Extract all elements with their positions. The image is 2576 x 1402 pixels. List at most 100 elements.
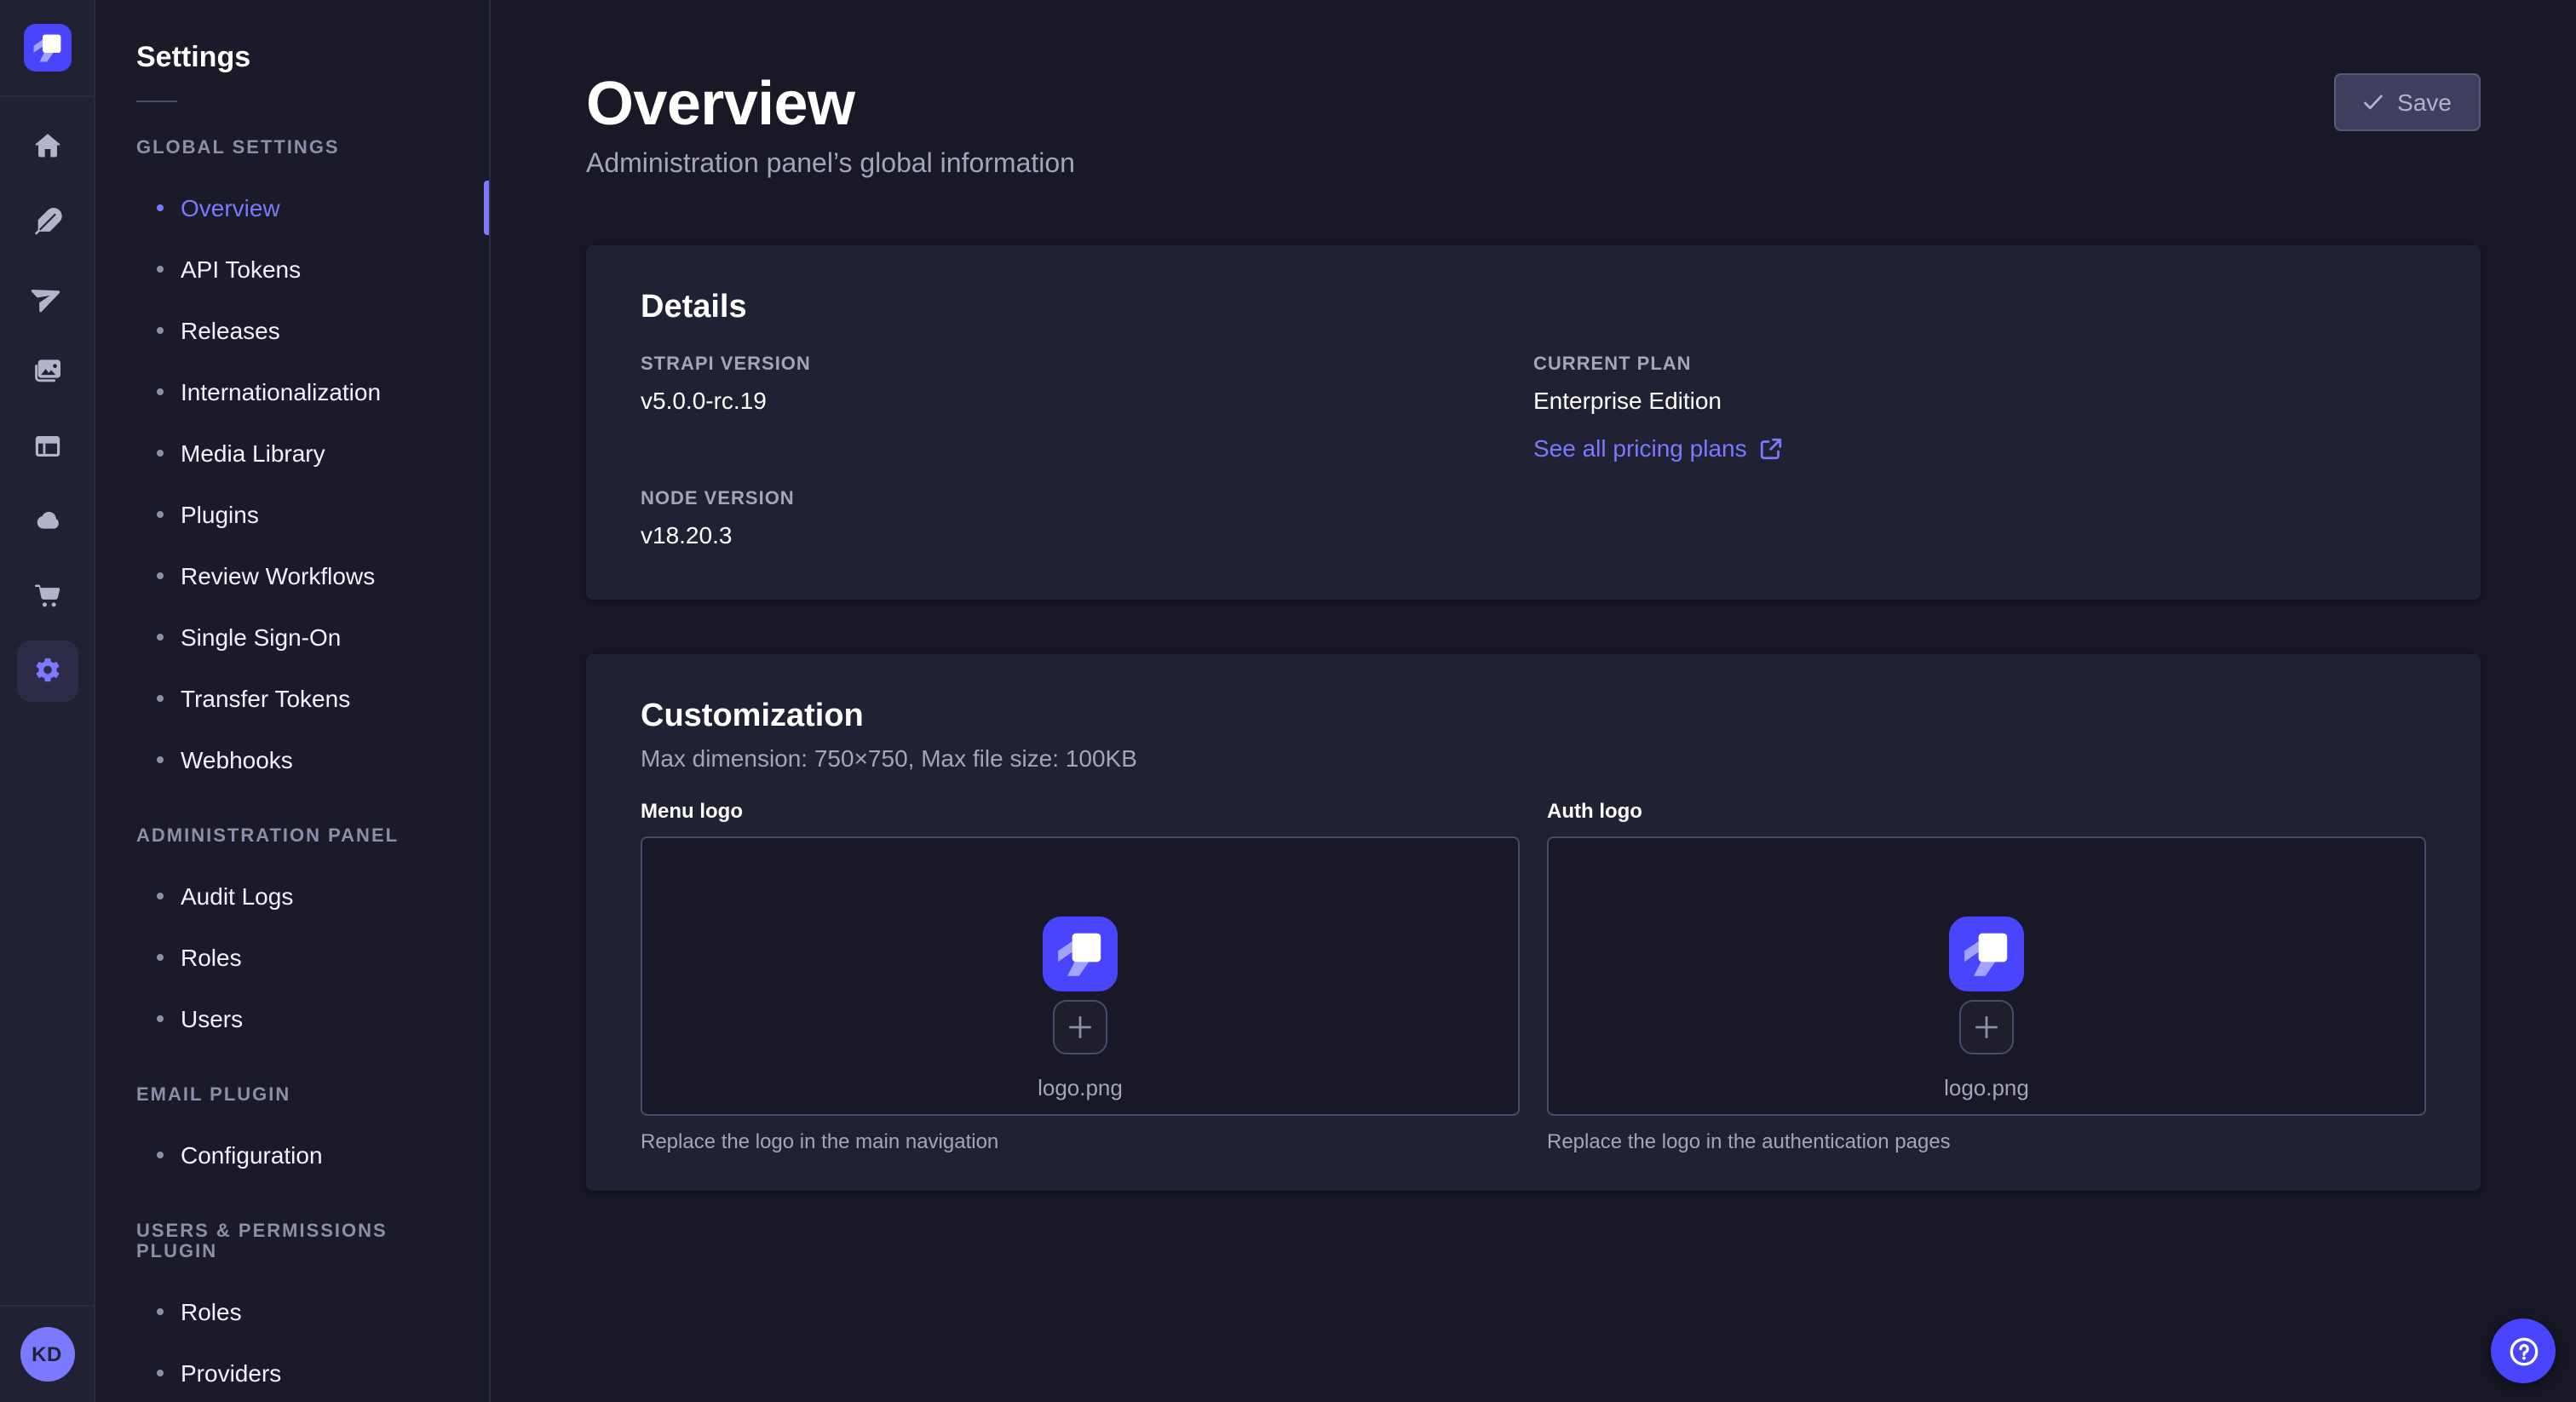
details-grid: STRAPI VERSION v5.0.0-rc.19 NODE VERSION… bbox=[641, 354, 2426, 549]
rail-footer: KD bbox=[0, 1305, 94, 1402]
field-value: Enterprise Edition bbox=[1533, 387, 2426, 414]
bullet-icon bbox=[157, 511, 164, 518]
nav-item-label: Roles bbox=[181, 1298, 242, 1325]
sidebar-item-single-sign-on[interactable]: Single Sign-On bbox=[95, 606, 489, 668]
bullet-icon bbox=[157, 1370, 164, 1376]
feather-icon[interactable] bbox=[30, 204, 64, 238]
sidebar-item-releases[interactable]: Releases bbox=[95, 300, 489, 361]
page-title: Overview bbox=[586, 68, 1075, 140]
node-version-field: NODE VERSION v18.20.3 bbox=[641, 489, 1533, 549]
help-button[interactable] bbox=[2491, 1319, 2556, 1383]
bullet-icon bbox=[157, 388, 164, 395]
nav-item-label: Providers bbox=[181, 1359, 281, 1387]
auth-logo-dropzone[interactable]: logo.png bbox=[1547, 836, 2426, 1116]
home-icon[interactable] bbox=[30, 129, 64, 164]
sidebar-item-configuration[interactable]: Configuration bbox=[95, 1124, 489, 1186]
page-subtitle: Administration panel’s global informatio… bbox=[586, 150, 1075, 181]
nav-item-label: Overview bbox=[181, 194, 280, 221]
field-label: STRAPI VERSION bbox=[641, 354, 1533, 375]
field-label: CURRENT PLAN bbox=[1533, 354, 2426, 375]
main-nav-rail: KD bbox=[0, 0, 95, 1402]
save-button[interactable]: Save bbox=[2334, 73, 2481, 131]
sidebar-item-audit-logs[interactable]: Audit Logs bbox=[95, 865, 489, 927]
media-library-icon[interactable] bbox=[30, 354, 64, 388]
paper-plane-icon[interactable] bbox=[30, 279, 64, 313]
menu-logo-hint: Replace the logo in the main navigation bbox=[641, 1129, 1520, 1153]
nav-item-label: Roles bbox=[181, 944, 242, 971]
bullet-icon bbox=[157, 893, 164, 899]
strapi-version-field: STRAPI VERSION v5.0.0-rc.19 bbox=[641, 354, 1533, 414]
sidebar-item-transfer-tokens[interactable]: Transfer Tokens bbox=[95, 668, 489, 729]
bullet-icon bbox=[157, 266, 164, 273]
cloud-icon[interactable] bbox=[30, 504, 64, 538]
page-header-text: Overview Administration panel’s global i… bbox=[586, 68, 1075, 181]
details-heading: Details bbox=[641, 290, 2426, 327]
subnav-sections: GLOBAL SETTINGS Overview API Tokens Release… bbox=[95, 138, 489, 1402]
nav-list: Overview API Tokens Releases Internationali… bbox=[95, 177, 489, 790]
sidebar-item-overview[interactable]: Overview bbox=[95, 177, 489, 238]
sidebar-item-webhooks[interactable]: Webhooks bbox=[95, 729, 489, 790]
nav-list: Audit Logs Roles Users bbox=[95, 865, 489, 1049]
bullet-icon bbox=[157, 695, 164, 702]
nav-item-label: Webhooks bbox=[181, 746, 293, 773]
add-logo-button[interactable] bbox=[1053, 1000, 1107, 1054]
menu-logo-dropzone[interactable]: logo.png bbox=[641, 836, 1520, 1116]
nav-item-label: Audit Logs bbox=[181, 882, 293, 910]
pricing-plans-link[interactable]: See all pricing plans bbox=[1533, 434, 1783, 462]
current-plan-field: CURRENT PLAN Enterprise Edition bbox=[1533, 354, 2426, 414]
nav-item-label: Configuration bbox=[181, 1141, 323, 1169]
user-avatar[interactable]: KD bbox=[20, 1327, 74, 1382]
menu-logo-input: Menu logo logo.png bbox=[641, 799, 1520, 1153]
bullet-icon bbox=[157, 756, 164, 763]
sidebar-item-plugins[interactable]: Plugins bbox=[95, 484, 489, 545]
strapi-logo-icon bbox=[1043, 916, 1118, 991]
pricing-plans-link-label: See all pricing plans bbox=[1533, 434, 1747, 462]
nav-item-label: Plugins bbox=[181, 501, 259, 528]
add-logo-button[interactable] bbox=[1959, 1000, 2014, 1054]
field-value: v5.0.0-rc.19 bbox=[641, 387, 1533, 414]
sidebar-item-internationalization[interactable]: Internationalization bbox=[95, 361, 489, 422]
bullet-icon bbox=[157, 1015, 164, 1022]
sidebar-item-roles[interactable]: Roles bbox=[95, 1281, 489, 1342]
nav-section-label: GLOBAL SETTINGS bbox=[136, 138, 448, 158]
bullet-icon bbox=[157, 1152, 164, 1158]
sidebar-item-users[interactable]: Users bbox=[95, 988, 489, 1049]
sidebar-item-providers[interactable]: Providers bbox=[95, 1342, 489, 1402]
bullet-icon bbox=[157, 634, 164, 641]
bullet-icon bbox=[157, 204, 164, 211]
nav-section-label: USERS & PERMISSIONS PLUGIN bbox=[136, 1221, 448, 1262]
sidebar-item-review-workflows[interactable]: Review Workflows bbox=[95, 545, 489, 606]
sidebar-item-roles[interactable]: Roles bbox=[95, 927, 489, 988]
settings-gear-icon[interactable] bbox=[30, 654, 64, 688]
settings-subnav: Settings GLOBAL SETTINGSOverviewAPI Toke… bbox=[95, 0, 491, 1402]
marketplace-cart-icon[interactable] bbox=[30, 579, 64, 613]
logo-filename: logo.png bbox=[1944, 1075, 2029, 1100]
menu-logo-label: Menu logo bbox=[641, 799, 1520, 823]
sidebar-item-api-tokens[interactable]: API Tokens bbox=[95, 238, 489, 300]
auth-logo-label: Auth logo bbox=[1547, 799, 2426, 823]
customization-heading: Customization bbox=[641, 698, 2426, 736]
nav-item-label: API Tokens bbox=[181, 256, 301, 283]
logo-filename: logo.png bbox=[1038, 1075, 1123, 1100]
nav-section-label: EMAIL PLUGIN bbox=[136, 1085, 448, 1106]
check-icon bbox=[2363, 92, 2383, 112]
bullet-icon bbox=[157, 450, 164, 457]
main-nav-icons bbox=[30, 97, 64, 1305]
details-right-column: CURRENT PLAN Enterprise Edition See all … bbox=[1533, 354, 2426, 549]
field-label: NODE VERSION bbox=[641, 489, 1533, 509]
sidebar-item-media-library[interactable]: Media Library bbox=[95, 422, 489, 484]
nav-item-label: Media Library bbox=[181, 440, 325, 467]
content-area: Details STRAPI VERSION v5.0.0-rc.19 NODE… bbox=[491, 245, 2576, 1191]
content-manager-icon[interactable] bbox=[30, 429, 64, 463]
nav-item-label: Releases bbox=[181, 317, 280, 344]
nav-section-label: ADMINISTRATION PANEL bbox=[136, 826, 448, 847]
subnav-divider bbox=[136, 101, 177, 102]
logo-uploads: Menu logo logo.png bbox=[641, 799, 2426, 1153]
details-left-column: STRAPI VERSION v5.0.0-rc.19 NODE VERSION… bbox=[641, 354, 1533, 549]
save-button-label: Save bbox=[2397, 89, 2452, 116]
bullet-icon bbox=[157, 327, 164, 334]
workspace-logo[interactable] bbox=[0, 0, 94, 97]
details-card: Details STRAPI VERSION v5.0.0-rc.19 NODE… bbox=[586, 245, 2481, 600]
nav-item-label: Transfer Tokens bbox=[181, 685, 350, 712]
plus-icon bbox=[1975, 1015, 1998, 1039]
